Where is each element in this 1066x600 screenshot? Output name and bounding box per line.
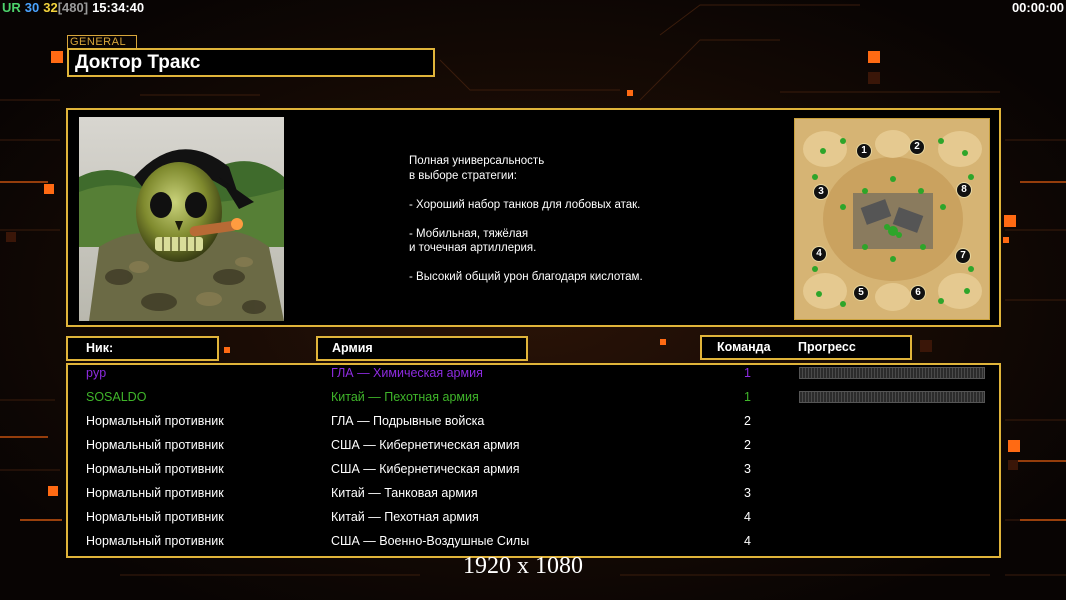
player-army: Китай — Танковая армия <box>331 486 478 500</box>
player-army: ГЛА — Химическая армия <box>331 366 483 380</box>
description-line: в выборе стратегии: <box>409 169 517 182</box>
header-army-label: Армия <box>332 341 373 355</box>
description-line <box>409 183 643 198</box>
player-progress-bar <box>799 367 985 379</box>
start-position-marker: 8 <box>956 182 972 198</box>
player-nick: Нормальный противник <box>86 438 224 452</box>
player-row[interactable]: Нормальный противник Китай — Танковая арм… <box>0 483 1066 507</box>
description-line <box>409 256 643 271</box>
description-line <box>409 212 643 227</box>
player-team: 3 <box>744 486 751 500</box>
hud-fps-2: 32 <box>43 0 58 15</box>
player-row[interactable]: Нормальный противник США — Кибернетическа… <box>0 435 1066 459</box>
hud-fps-1: 30 <box>24 0 40 15</box>
start-position-marker: 6 <box>910 285 926 301</box>
start-position-marker: 7 <box>955 248 971 264</box>
player-row[interactable]: Нормальный противник США — Кибернетическа… <box>0 459 1066 483</box>
start-position-marker: 3 <box>813 184 829 200</box>
header-nick: Ник: <box>66 336 219 361</box>
start-position-marker: 4 <box>811 246 827 262</box>
player-nick: Нормальный противник <box>86 462 224 476</box>
player-row[interactable]: SOSALDO Китай — Пехотная армия 1 <box>0 387 1066 411</box>
player-nick: Нормальный противник <box>86 534 224 548</box>
player-row[interactable]: Нормальный противник ГЛА — Подрывные войс… <box>0 411 1066 435</box>
header-team-progress: Команда Прогресс <box>700 335 912 360</box>
player-team: 1 <box>744 366 751 380</box>
hud-stats: UR 30 32[480] 15:34:40 <box>2 0 148 16</box>
player-army: США — Военно-Воздушные Силы <box>331 534 530 548</box>
player-nick: SOSALDO <box>86 390 147 404</box>
map-preview[interactable]: 1 2 3 8 4 7 5 6 .mp { width:16px; height… <box>794 118 990 320</box>
description-line: - Мобильная, тяжёлая <box>409 227 529 240</box>
player-army: ГЛА — Подрывные войска <box>331 414 485 428</box>
general-tag: GENERAL <box>67 35 137 48</box>
header-nick-label: Ник: <box>86 341 114 355</box>
hud-timer: 00:00:00 <box>1011 0 1064 15</box>
player-army: Китай — Пехотная армия <box>331 510 479 524</box>
hud-clock: 15:34:40 <box>92 0 145 15</box>
player-army: США — Кибернетическая армия <box>331 438 520 452</box>
skull-soldier-image <box>79 117 284 321</box>
general-portrait <box>79 117 284 321</box>
description-line: и точечная артиллерия. <box>409 242 537 254</box>
player-nick: Нормальный противник <box>86 486 224 500</box>
player-progress-bar <box>799 391 985 403</box>
start-position-marker: 2 <box>909 139 925 155</box>
description-line: - Хороший набор танков для лобовых атак. <box>409 198 641 211</box>
hud-latency: [480] <box>57 0 89 15</box>
description-line: - Высокий общий урон благодаря кислотам. <box>409 271 643 283</box>
header-team-label: Команда <box>717 340 771 354</box>
player-row[interactable]: Нормальный противник Китай — Пехотная арм… <box>0 507 1066 531</box>
player-team: 2 <box>744 438 751 452</box>
player-team: 1 <box>744 390 751 404</box>
player-team: 4 <box>744 510 751 524</box>
start-position-marker: 5 <box>853 285 869 301</box>
player-row[interactable]: pyp ГЛА — Химическая армия 1 <box>0 363 1066 387</box>
player-team: 3 <box>744 462 751 476</box>
player-team: 4 <box>744 534 751 548</box>
header-progress-label: Прогресс <box>798 340 856 354</box>
description-line: Полная универсальность <box>409 155 545 167</box>
resolution-label: 1920 x 1080 <box>463 553 583 579</box>
player-army: США — Кибернетическая армия <box>331 462 520 476</box>
player-nick: Нормальный противник <box>86 414 224 428</box>
player-nick: pyp <box>86 366 107 380</box>
general-name: Доктор Тракс <box>67 48 435 77</box>
player-nick: Нормальный противник <box>86 510 224 524</box>
player-team: 2 <box>744 414 751 428</box>
general-description: Полная универсальность в выборе стратеги… <box>409 154 643 285</box>
hud-ur-label: UR <box>2 0 21 15</box>
start-position-marker: 1 <box>856 143 872 159</box>
header-army: Армия <box>316 336 528 361</box>
player-army: Китай — Пехотная армия <box>331 390 479 404</box>
